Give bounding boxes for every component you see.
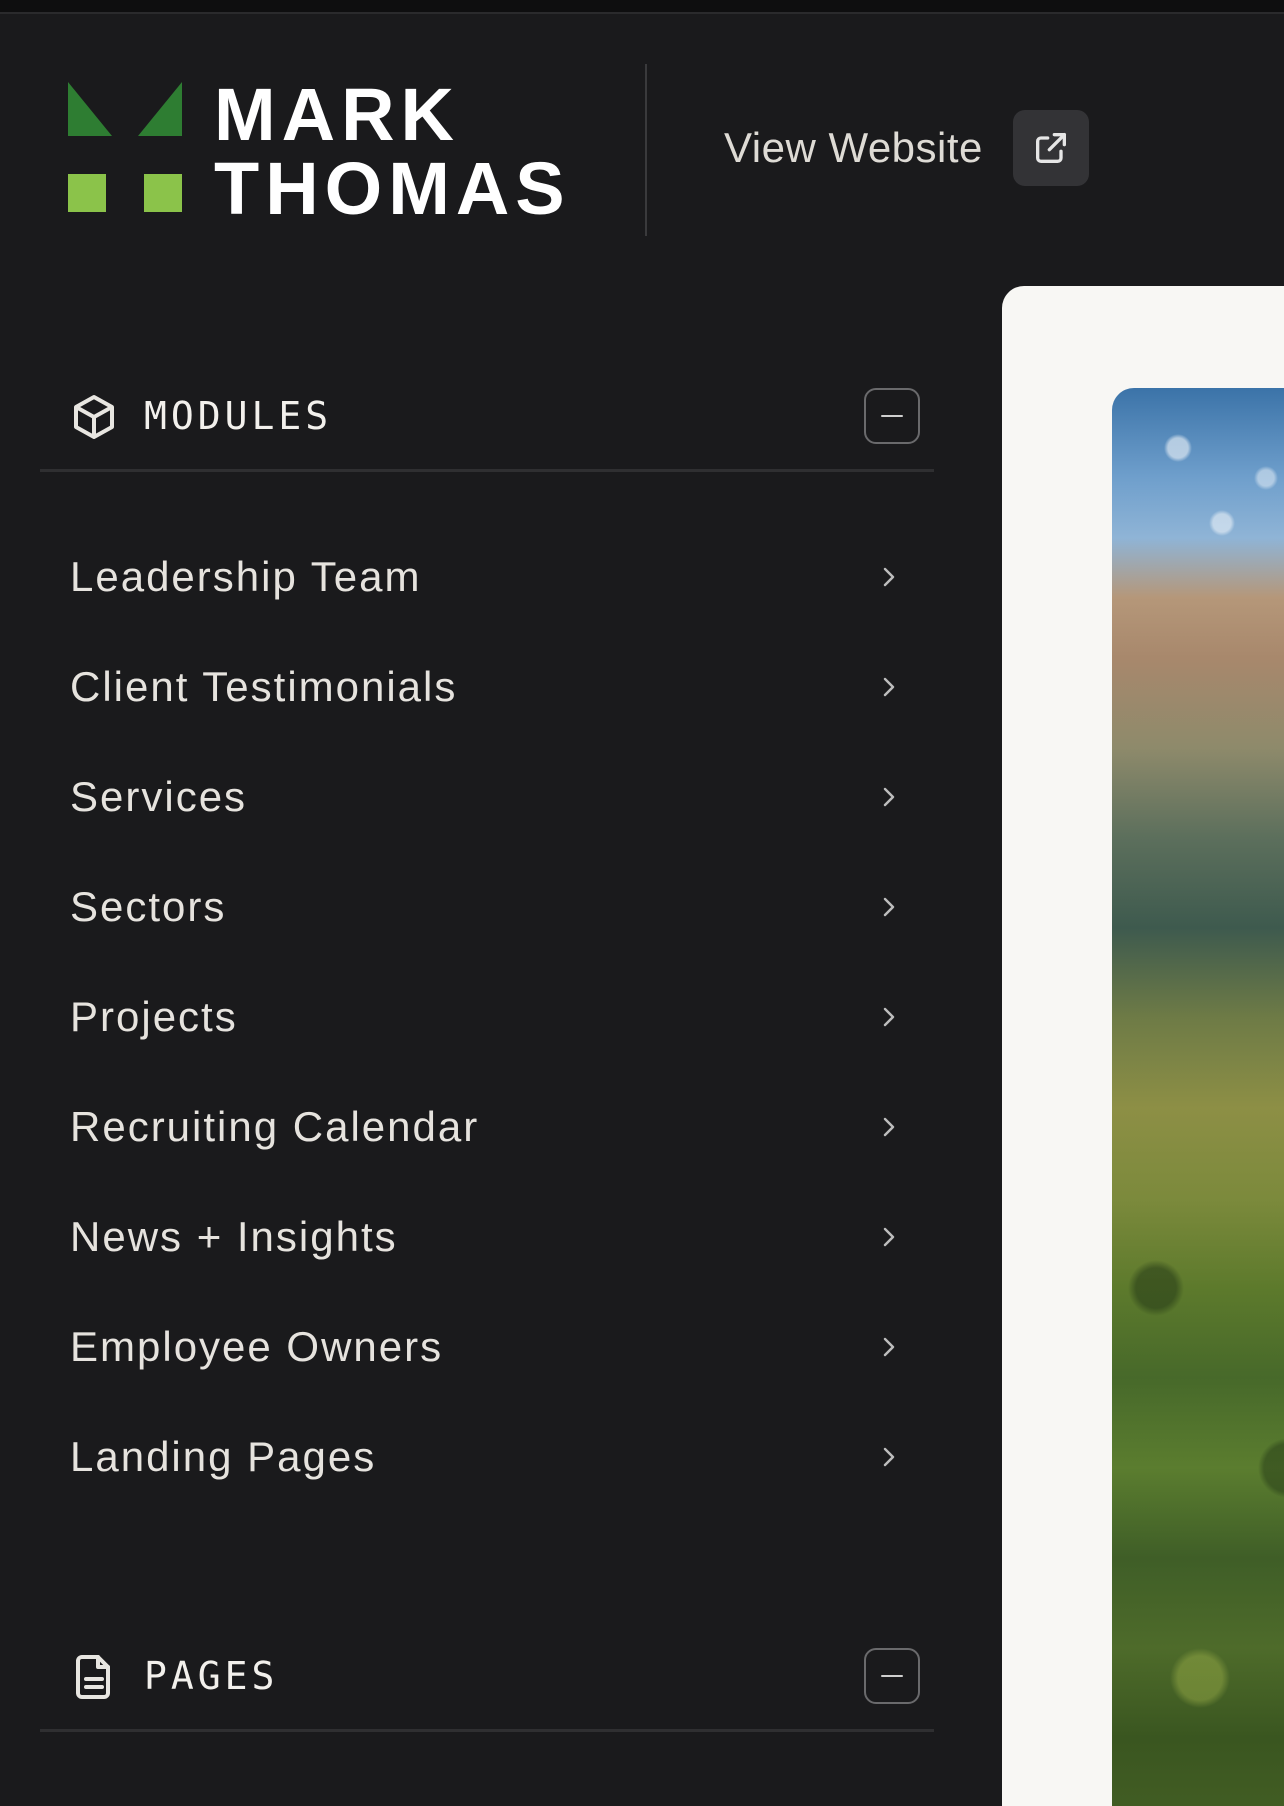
nav-item-landing-pages[interactable]: Landing Pages [40, 1402, 934, 1512]
nav-item-label: Projects [70, 993, 238, 1040]
logo-line-1: MARK [214, 73, 460, 156]
view-website-label: View Website [724, 124, 983, 171]
chevron-right-icon [874, 562, 904, 592]
nav-item-news-insights[interactable]: News + Insights [40, 1182, 934, 1292]
external-link-icon [1035, 133, 1066, 163]
cube-icon [74, 395, 114, 439]
header-divider [645, 64, 647, 236]
pages-collapse-button[interactable] [864, 1647, 920, 1704]
nav-item-sectors[interactable]: Sectors [40, 852, 934, 962]
chevron-right-icon [874, 1332, 904, 1362]
modules-title: MODULES [144, 393, 333, 438]
pages-title: PAGES [144, 1653, 279, 1698]
logo-mark [68, 82, 182, 214]
brand-logo[interactable]: MARK THOMAS [68, 78, 568, 226]
nav-item-client-testimonials[interactable]: Client Testimonials [40, 632, 934, 742]
nav-item-label: Leadership Team [70, 553, 422, 600]
nav-item-label: Landing Pages [70, 1433, 377, 1480]
chevron-right-icon [874, 1442, 904, 1472]
modules-section-header[interactable]: MODULES [40, 362, 934, 472]
external-link-button[interactable] [1012, 110, 1089, 186]
nav-item-label: News + Insights [70, 1213, 398, 1260]
document-icon [76, 1655, 110, 1699]
nav-item-projects[interactable]: Projects [40, 962, 934, 1072]
nav-item-label: Client Testimonials [70, 663, 458, 710]
nav-item-services[interactable]: Services [40, 742, 934, 852]
chevron-right-icon [874, 1222, 904, 1252]
logo-wordmark: MARK THOMAS [214, 78, 571, 230]
logo-line-2: THOMAS [214, 147, 571, 230]
nav-item-recruiting-calendar[interactable]: Recruiting Calendar [40, 1072, 934, 1182]
window-top-edge [0, 0, 1284, 14]
nav-item-label: Employee Owners [70, 1323, 444, 1370]
modules-list: Leadership Team Client Testimonials Serv… [40, 522, 934, 1512]
chevron-right-icon [874, 892, 904, 922]
nav-item-employee-owners[interactable]: Employee Owners [40, 1292, 934, 1402]
chevron-right-icon [874, 1002, 904, 1032]
hero-image [1112, 388, 1284, 1806]
chevron-right-icon [874, 782, 904, 812]
pages-section-header[interactable]: PAGES [40, 1622, 934, 1732]
nav-item-label: Recruiting Calendar [70, 1103, 480, 1150]
chevron-right-icon [874, 672, 904, 702]
nav-item-label: Services [70, 773, 248, 820]
nav-item-leadership-team[interactable]: Leadership Team [40, 522, 934, 632]
main-content-panel [1002, 286, 1284, 1806]
modules-collapse-button[interactable] [864, 387, 920, 444]
view-website-link[interactable]: View Website [724, 110, 1089, 186]
nav-item-label: Sectors [70, 883, 227, 930]
chevron-right-icon [874, 1112, 904, 1142]
